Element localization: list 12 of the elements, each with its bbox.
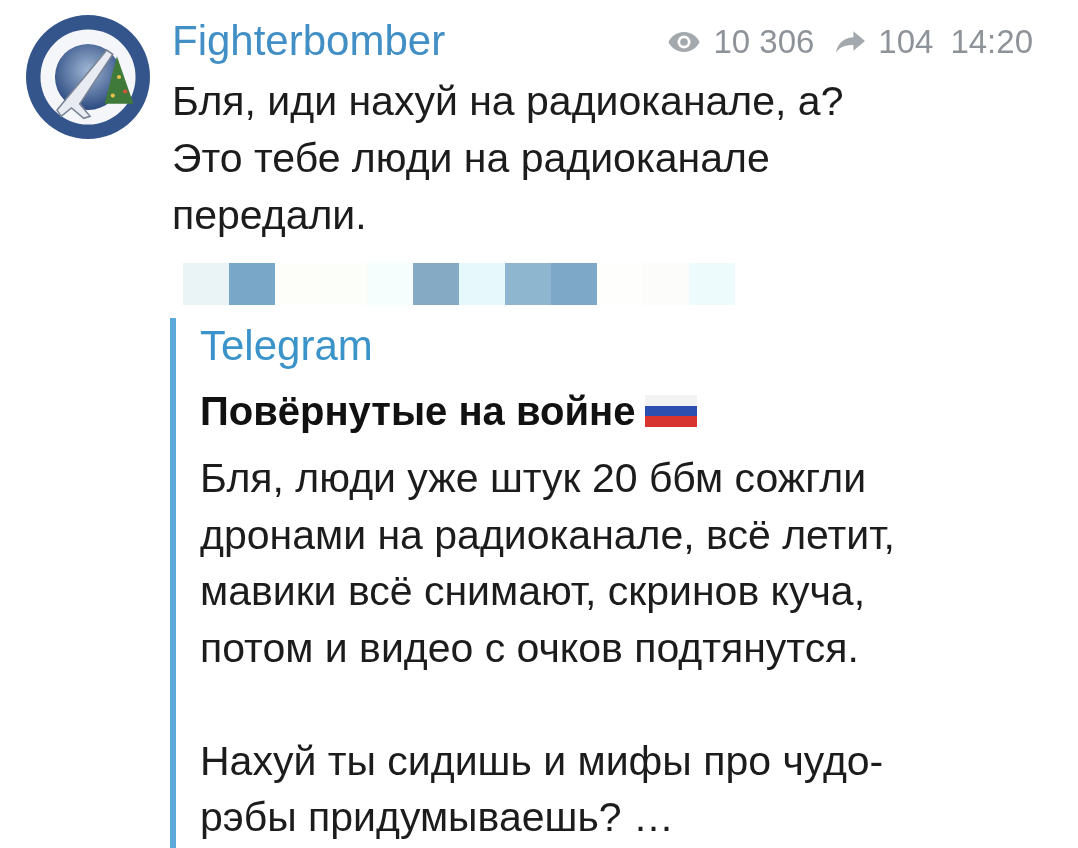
message-text: Бля, иди нахуй на радиоканале, а? Это тебе люди на радиоканале передали.	[172, 77, 845, 240]
avatar-drawing[interactable]	[26, 15, 150, 139]
flag-icon	[645, 395, 698, 427]
quote-channel-title: Повёрнутые на войне	[200, 388, 636, 435]
channel-name[interactable]: Fighterbomber	[172, 16, 446, 66]
quote-text: Бля, люди уже штук 20 ббм сожгли дронами на радиоканале, всё летит, мавики всё снимают, скринов куча, потом и видео с очков подтянутся. Нахуй ты сидишь и мифы про чудо-рэбы придумываешь? …	[200, 454, 896, 842]
post-time: 14:20	[950, 22, 1033, 62]
eye-icon	[668, 31, 701, 53]
view-count: 10 306	[713, 22, 815, 62]
quote-source: Telegram	[200, 321, 374, 371]
forward-count: 104	[878, 22, 934, 62]
forward-arrow-icon	[836, 31, 866, 53]
